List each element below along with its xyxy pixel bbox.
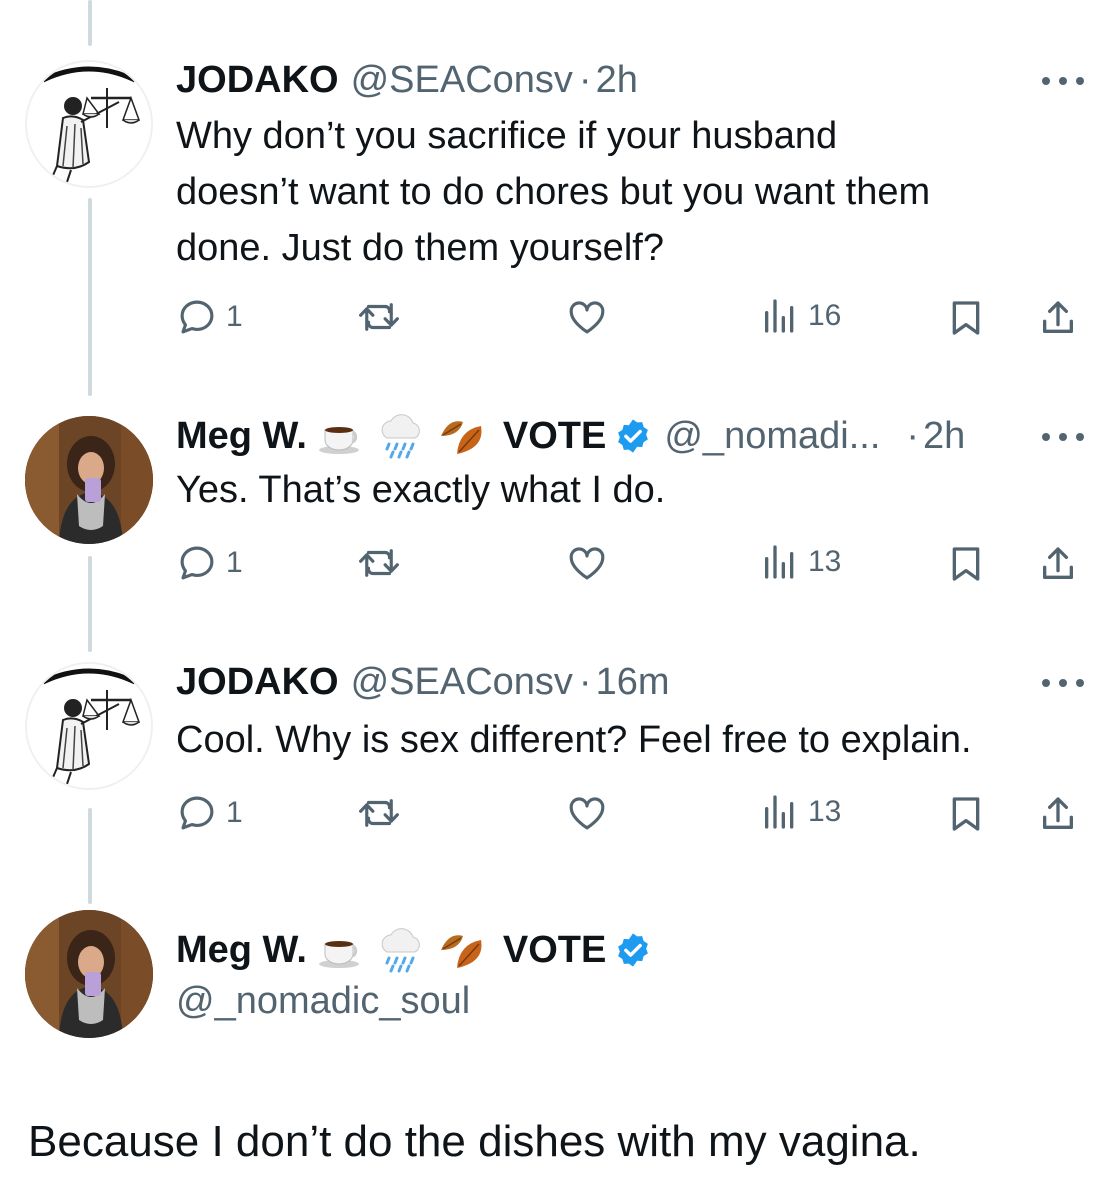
share-icon <box>1043 547 1073 579</box>
reply-icon <box>180 546 214 580</box>
heart-icon <box>569 797 605 830</box>
views-button[interactable]: 16 <box>760 296 841 336</box>
reply-count: 1 <box>226 796 243 829</box>
tweet-text-line: Why don’t you sacrifice if your husband <box>176 115 838 157</box>
bookmark-icon <box>952 301 980 335</box>
share-button[interactable] <box>1038 792 1078 836</box>
bookmark-button[interactable] <box>946 792 986 836</box>
more-dots-icon[interactable] <box>1040 74 1086 92</box>
fallen-leaf-emoji <box>437 928 489 972</box>
coffee-emoji <box>317 930 365 970</box>
tweet[interactable]: JODAKO @SEAConsv · 16m Cool. Why is sex … <box>0 658 1112 858</box>
scales-of-justice-avatar[interactable] <box>25 662 153 790</box>
views-button[interactable]: 13 <box>760 542 841 582</box>
user-handle[interactable]: @SEAConsv <box>351 56 573 104</box>
selfie-photo-avatar[interactable] <box>25 910 153 1038</box>
more-dots-icon[interactable] <box>1040 430 1086 448</box>
bookmark-button[interactable] <box>946 542 986 586</box>
retweet-button[interactable] <box>356 792 402 834</box>
reply-count: 1 <box>226 546 243 579</box>
focused-tweet-text: Because I don’t do the dishes with my va… <box>28 1117 921 1166</box>
tweet-actions: 1 16 <box>176 296 1086 346</box>
bookmark-button[interactable] <box>946 296 986 340</box>
verified-badge-icon <box>614 931 652 969</box>
views-count: 13 <box>808 795 842 828</box>
views-chart-icon <box>765 795 794 829</box>
retweet-icon <box>359 799 399 827</box>
timestamp[interactable]: 2h <box>923 412 965 460</box>
reply-button[interactable]: 1 <box>176 792 243 834</box>
like-button[interactable] <box>566 296 608 338</box>
rain-cloud-emoji <box>375 926 427 974</box>
heart-icon <box>569 301 605 334</box>
thread-line <box>88 0 92 46</box>
share-icon <box>1043 301 1073 333</box>
coffee-emoji <box>317 416 365 456</box>
tweet-actions: 1 13 <box>176 792 1086 842</box>
display-name[interactable]: JODAKO <box>176 658 339 706</box>
reply-icon <box>180 796 214 830</box>
tweet-text: Why don’t you sacrifice if your husband … <box>176 108 1076 276</box>
user-handle[interactable]: @SEAConsv <box>351 658 573 706</box>
share-icon <box>1043 797 1073 829</box>
views-chart-icon <box>765 299 794 333</box>
heart-icon <box>569 547 605 580</box>
retweet-button[interactable] <box>356 542 402 584</box>
views-count: 13 <box>808 545 842 578</box>
display-name[interactable]: Meg W. <box>176 926 307 974</box>
retweet-icon <box>359 303 399 331</box>
views-count: 16 <box>808 299 842 332</box>
tweet-text-line: doesn’t want to do chores but you want t… <box>176 171 931 213</box>
scales-of-justice-avatar[interactable] <box>25 60 153 188</box>
share-button[interactable] <box>1038 296 1078 340</box>
tweet[interactable]: Meg W. VOTE @_nomadi... · 2h Yes. That’s… <box>0 412 1112 612</box>
user-handle[interactable]: @_nomadi... <box>664 412 880 460</box>
tweet-text-line: done. Just do them yourself? <box>176 227 664 269</box>
timestamp[interactable]: 2h <box>596 56 638 104</box>
user-handle[interactable]: @_nomadic_soul <box>176 980 470 1023</box>
tweet-header: JODAKO @SEAConsv · 2h <box>176 56 638 104</box>
separator-dot: · <box>578 59 592 101</box>
separator-dot: · <box>578 661 592 703</box>
tweet[interactable]: JODAKO @SEAConsv · 2h Why don’t you sacr… <box>0 56 1112 356</box>
views-button[interactable]: 13 <box>760 792 841 832</box>
timestamp[interactable]: 16m <box>596 658 670 706</box>
tweet-text-line: Cool. Why is sex different? Feel free to… <box>176 719 972 761</box>
display-name[interactable]: Meg W. <box>176 412 307 460</box>
like-button[interactable] <box>566 792 608 834</box>
display-name-suffix[interactable]: VOTE <box>503 412 606 460</box>
tweet-header: Meg W. VOTE <box>176 926 652 974</box>
tweet-header: Meg W. VOTE @_nomadi... · 2h <box>176 412 965 460</box>
tweet-actions: 1 13 <box>176 542 1086 592</box>
separator-dot: · <box>906 415 920 457</box>
display-name[interactable]: JODAKO <box>176 56 339 104</box>
reply-icon <box>180 300 214 334</box>
like-button[interactable] <box>566 542 608 584</box>
selfie-photo-avatar[interactable] <box>25 416 153 544</box>
retweet-icon <box>359 549 399 577</box>
tweet-text: Yes. That’s exactly what I do. <box>176 462 1076 518</box>
reply-count: 1 <box>226 300 243 333</box>
reply-button[interactable]: 1 <box>176 542 243 584</box>
display-name-suffix[interactable]: VOTE <box>503 926 606 974</box>
fallen-leaf-emoji <box>437 414 489 458</box>
tweet-header: JODAKO @SEAConsv · 16m <box>176 658 669 706</box>
bookmark-icon <box>952 797 980 831</box>
rain-cloud-emoji <box>375 412 427 460</box>
bookmark-icon <box>952 547 980 581</box>
tweet-text: Cool. Why is sex different? Feel free to… <box>176 712 1076 768</box>
more-dots-icon[interactable] <box>1040 676 1086 694</box>
verified-badge-icon <box>614 417 652 455</box>
share-button[interactable] <box>1038 542 1078 586</box>
reply-button[interactable]: 1 <box>176 296 243 338</box>
tweet-text-line: Yes. That’s exactly what I do. <box>176 469 666 511</box>
views-chart-icon <box>765 545 794 579</box>
retweet-button[interactable] <box>356 296 402 338</box>
